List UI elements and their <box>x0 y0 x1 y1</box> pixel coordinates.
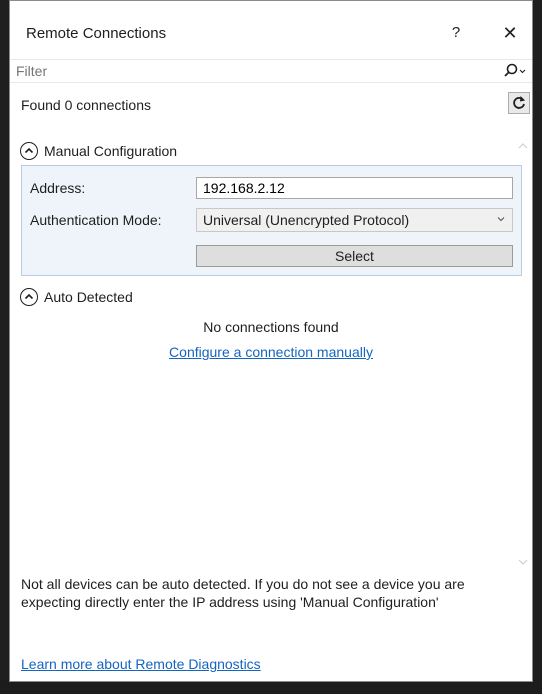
scroll-up-arrow[interactable] <box>517 137 529 155</box>
title-bar: Remote Connections ? ✕ <box>10 1 532 59</box>
filter-bar <box>10 59 532 83</box>
filter-input[interactable] <box>16 61 496 81</box>
select-button[interactable]: Select <box>196 245 513 267</box>
help-button[interactable]: ? <box>444 21 468 45</box>
auth-mode-value: Universal (Unencrypted Protocol) <box>203 212 410 228</box>
address-input[interactable] <box>196 177 513 199</box>
remote-connections-dialog: Remote Connections ? ✕ Found 0 connectio… <box>9 0 533 682</box>
background-strip <box>0 680 542 694</box>
chevron-up-icon <box>20 288 38 306</box>
manual-configuration-panel: Address: Authentication Mode: Universal … <box>21 165 522 276</box>
chevron-up-icon <box>20 142 38 160</box>
learn-more-link[interactable]: Learn more about Remote Diagnostics <box>21 656 261 672</box>
auth-mode-select[interactable]: Universal (Unencrypted Protocol) <box>196 208 513 232</box>
search-icon[interactable] <box>502 62 526 80</box>
scroll-down-arrow[interactable] <box>517 553 529 571</box>
refresh-button[interactable] <box>508 92 530 114</box>
address-label: Address: <box>30 180 86 196</box>
refresh-icon <box>513 96 525 109</box>
manual-configuration-header[interactable]: Manual Configuration <box>20 140 177 162</box>
auth-mode-label: Authentication Mode: <box>30 212 162 228</box>
close-button[interactable]: ✕ <box>498 21 522 45</box>
window-title: Remote Connections <box>26 25 167 42</box>
auto-detect-info-text: Not all devices can be auto detected. If… <box>21 576 465 610</box>
configure-manually-link[interactable]: Configure a connection manually <box>169 344 373 360</box>
chevron-down-icon <box>497 217 505 222</box>
no-connections-text: No connections found <box>203 319 339 335</box>
manual-configuration-label: Manual Configuration <box>44 143 178 159</box>
auto-detected-header[interactable]: Auto Detected <box>20 286 133 308</box>
auto-detected-label: Auto Detected <box>44 289 133 305</box>
connections-count: Found 0 connections <box>21 97 151 113</box>
